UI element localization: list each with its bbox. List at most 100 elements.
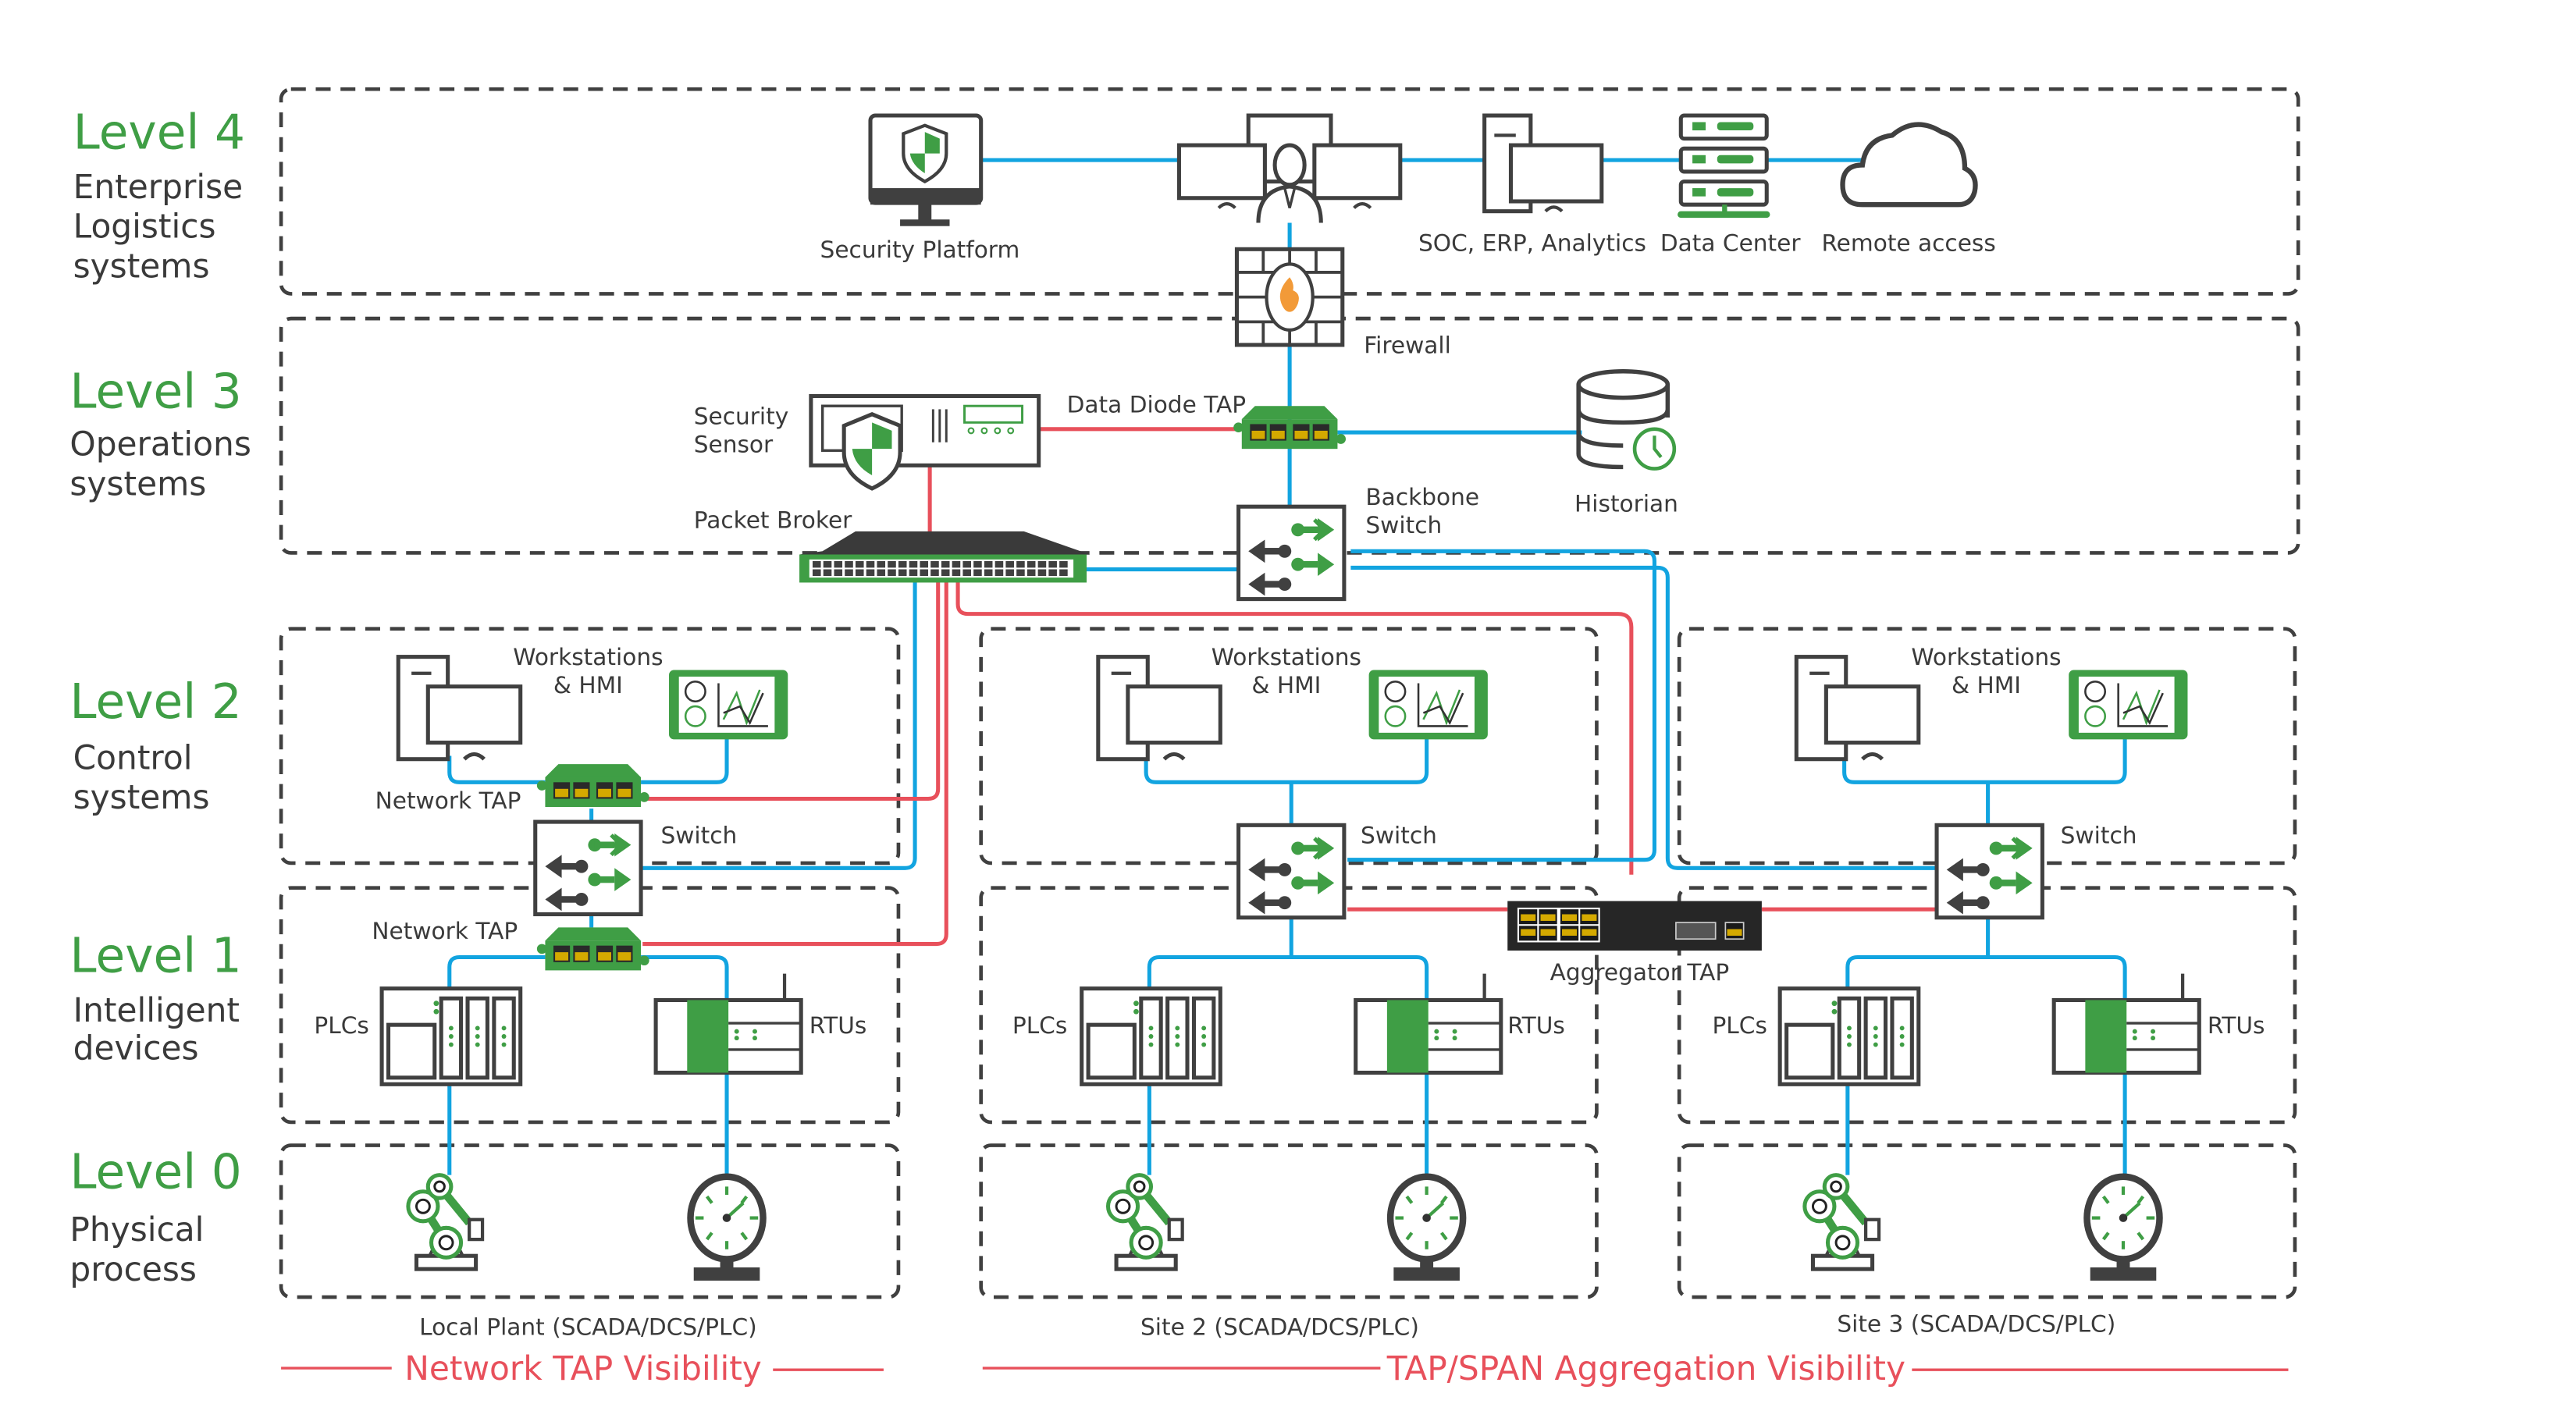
site-2-switch[interactable]: Switch: [1239, 823, 1437, 918]
local-plant-plcs[interactable]: PLCs: [314, 989, 520, 1085]
svg-text:RTUs: RTUs: [809, 1012, 867, 1039]
svg-text:Switch: Switch: [1365, 512, 1442, 538]
network-tap-visibility-legend: Network TAP Visibility: [281, 1349, 884, 1388]
workstation-icon: [1796, 657, 1918, 759]
monitor-shield-icon: [868, 113, 984, 226]
site-2-workstations[interactable]: Workstations & HMI: [1098, 644, 1489, 759]
site-3-rtus[interactable]: RTUs: [2054, 974, 2265, 1073]
database-clock-icon: [1576, 369, 1677, 471]
aggregator-tap[interactable]: Aggregator TAP: [1507, 901, 1762, 986]
svg-text:Physical: Physical: [69, 1210, 204, 1249]
site-2-level-0-zone: [979, 1143, 1599, 1299]
svg-text:PLCs: PLCs: [1712, 1012, 1767, 1039]
workstation-icon: [1098, 657, 1220, 759]
data-diode-tap[interactable]: Data Diode TAP: [1067, 392, 1347, 450]
svg-text:Workstations: Workstations: [513, 644, 663, 670]
site-2-rtus[interactable]: RTUs: [1356, 974, 1565, 1073]
historian[interactable]: Historian: [1574, 369, 1678, 517]
svg-text:RTUs: RTUs: [2208, 1012, 2265, 1039]
security-sensor[interactable]: Security Sensor: [694, 393, 1041, 491]
ics-network-diagram: Level 4 Enterprise Logistics systems Lev…: [69, 87, 2300, 1388]
site-3-caption: Site 3 (SCADA/DCS/PLC): [1837, 1310, 2115, 1337]
svg-text:Switch: Switch: [660, 823, 737, 849]
svg-text:PLCs: PLCs: [1012, 1012, 1067, 1039]
packet-broker-icon: [799, 531, 1091, 583]
svg-text:Workstations: Workstations: [1911, 644, 2061, 670]
svg-text:Intelligent: Intelligent: [73, 991, 240, 1029]
svg-text:process: process: [69, 1250, 196, 1288]
svg-text:systems: systems: [73, 778, 210, 816]
svg-text:Network TAP: Network TAP: [372, 918, 518, 944]
svg-text:PLCs: PLCs: [314, 1012, 368, 1039]
svg-text:Control: Control: [73, 738, 193, 777]
operator-icon: [1176, 113, 1403, 223]
plc-icon: [1780, 989, 1919, 1085]
site-2-caption: Site 2 (SCADA/DCS/PLC): [1140, 1314, 1419, 1341]
local-plant-workstations[interactable]: Workstations & HMI: [398, 644, 789, 759]
site-3-workstations[interactable]: Workstations & HMI: [1796, 644, 2189, 759]
switch-icon: [535, 822, 641, 914]
svg-text:Network TAP Visibility: Network TAP Visibility: [404, 1349, 762, 1388]
workstation-icon: [398, 657, 520, 759]
level-4-label: Level 4 Enterprise Logistics systems: [73, 105, 245, 285]
remote-access[interactable]: Remote access: [1821, 122, 1996, 257]
level-1-label: Level 1 Intelligent devices: [69, 929, 241, 1068]
pressure-gauge-icon: [2087, 1177, 2159, 1281]
site-2-plcs[interactable]: PLCs: [1012, 989, 1220, 1085]
site-3: Workstations & HMI Switch PLCs RTUs Site…: [1712, 644, 2265, 1337]
local-plant-caption: Local Plant (SCADA/DCS/PLC): [419, 1314, 757, 1341]
backbone-switch[interactable]: Backbone Switch: [1239, 484, 1480, 599]
svg-text:Backbone: Backbone: [1365, 484, 1479, 510]
svg-text:& HMI: & HMI: [1952, 672, 2021, 698]
svg-text:Switch: Switch: [1361, 823, 1437, 849]
svg-text:Logistics: Logistics: [73, 208, 216, 246]
data-center[interactable]: Data Center: [1660, 113, 1802, 256]
hmi-tablet-icon: [667, 669, 789, 741]
local-plant-site: Workstations & HMI Network TAP Switch Ne…: [314, 644, 866, 1341]
site-3-switch[interactable]: Switch: [1937, 823, 2137, 918]
operator-workstations[interactable]: [1176, 113, 1403, 223]
svg-text:Network TAP: Network TAP: [375, 787, 521, 814]
firewall-icon: [1234, 247, 1345, 347]
level-0-label: Level 0 Physical process: [69, 1145, 241, 1288]
site-3-plcs[interactable]: PLCs: [1712, 989, 1918, 1085]
plc-icon: [1082, 989, 1221, 1085]
plc-icon: [382, 989, 521, 1085]
svg-text:Level 4: Level 4: [73, 105, 245, 160]
robot-arm-icon: [1108, 1175, 1183, 1270]
svg-text:Remote access: Remote access: [1821, 229, 1995, 256]
svg-text:Data Diode TAP: Data Diode TAP: [1067, 392, 1246, 418]
level-2-label: Level 2 Control systems: [69, 674, 241, 816]
hmi-tablet-icon: [2067, 669, 2189, 741]
local-plant-network-tap-l1[interactable]: Network TAP: [372, 918, 649, 971]
svg-text:Historian: Historian: [1574, 491, 1678, 517]
svg-text:& HMI: & HMI: [553, 672, 623, 698]
svg-text:TAP/SPAN Aggregation Visibilit: TAP/SPAN Aggregation Visibility: [1386, 1349, 1905, 1388]
svg-text:& HMI: & HMI: [1251, 672, 1321, 698]
local-plant-level-0-zone: [279, 1143, 901, 1299]
svg-text:Data Center: Data Center: [1660, 229, 1802, 256]
data-diode-tap-icon: [1233, 406, 1347, 450]
svg-text:devices: devices: [73, 1029, 199, 1068]
pressure-gauge-icon: [1390, 1177, 1463, 1281]
soc-erp-analytics[interactable]: SOC, ERP, Analytics: [1418, 113, 1646, 256]
network-tap-icon: [536, 927, 649, 971]
svg-text:Workstations: Workstations: [1212, 644, 1361, 670]
robot-arm-icon: [408, 1175, 482, 1270]
security-platform[interactable]: Security Platform: [820, 113, 1020, 263]
site-3-level-0-zone: [1677, 1143, 2297, 1299]
network-tap-icon: [536, 764, 649, 808]
firewall[interactable]: Firewall: [1234, 247, 1451, 359]
server-desktop-icon: [1482, 113, 1604, 214]
site-2: Workstations & HMI Switch PLCs RTUs Site…: [1012, 644, 1565, 1341]
server-rack-icon: [1678, 113, 1770, 219]
svg-text:systems: systems: [73, 247, 210, 285]
svg-text:Security Platform: Security Platform: [820, 236, 1020, 263]
local-plant-network-tap-l2[interactable]: Network TAP: [375, 764, 649, 814]
local-plant-rtus[interactable]: RTUs: [656, 974, 866, 1073]
packet-broker[interactable]: Packet Broker: [694, 507, 1091, 583]
svg-text:Enterprise: Enterprise: [73, 168, 244, 206]
svg-text:Switch: Switch: [2061, 823, 2137, 849]
svg-text:RTUs: RTUs: [1507, 1012, 1565, 1039]
switch-icon: [1239, 506, 1344, 599]
